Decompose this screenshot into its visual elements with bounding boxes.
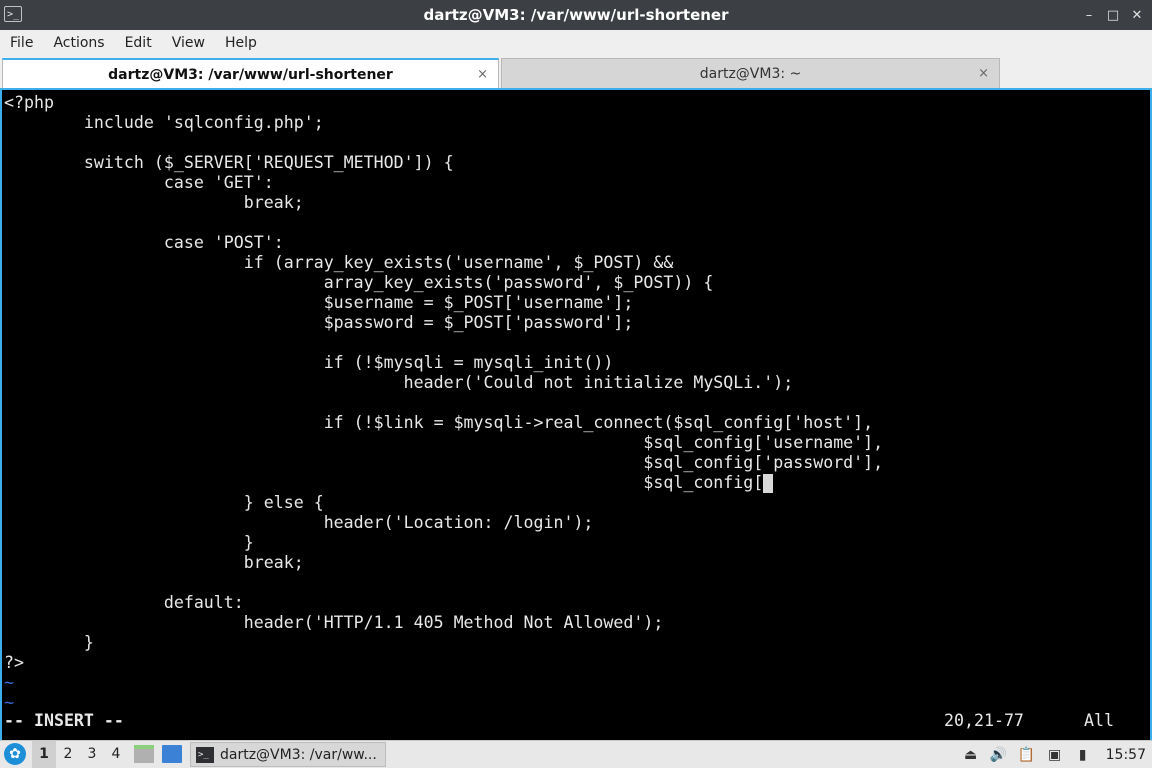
cursor-position: 20,21-77 (944, 711, 1024, 730)
vim-statusline: -- INSERT -- 20,21-77 All (4, 711, 1150, 733)
window-controls: – □ ✕ (1082, 0, 1144, 30)
tab-close-icon[interactable]: × (978, 59, 989, 89)
code-line: default: (4, 593, 244, 612)
tab-bar: dartz@VM3: /var/www/url-shortener × dart… (0, 56, 1152, 90)
battery-icon[interactable]: ▮ (1074, 747, 1092, 763)
code-line: case 'POST': (4, 233, 284, 252)
tab-label: dartz@VM3: ~ (699, 66, 802, 82)
task-label: dartz@VM3: /var/ww... (220, 746, 377, 763)
file-manager-icon[interactable] (134, 745, 154, 763)
workspace-4[interactable]: 4 (104, 741, 128, 768)
scroll-position: All (1084, 711, 1114, 730)
code-line: if (!$mysqli = mysqli_init()) (4, 353, 614, 372)
menu-edit[interactable]: Edit (115, 30, 162, 56)
quick-launch (134, 745, 182, 763)
code-line: header('HTTP/1.1 405 Method Not Allowed'… (4, 613, 664, 632)
system-tray: ⏏ 🔊 📋 ▣ ▮ 15:57 (962, 741, 1146, 768)
code-line: switch ($_SERVER['REQUEST_METHOD']) { (4, 153, 454, 172)
vim-mode: -- INSERT -- (4, 711, 124, 730)
workspace-1[interactable]: 1 (32, 741, 56, 768)
code-line: } else { (4, 493, 324, 512)
window-titlebar[interactable]: >_ dartz@VM3: /var/www/url-shortener – □… (0, 0, 1152, 30)
show-desktop-icon[interactable] (162, 745, 182, 763)
code-line: ?> (4, 653, 24, 672)
menu-file[interactable]: File (0, 30, 43, 56)
code-line: break; (4, 193, 304, 212)
menu-help[interactable]: Help (215, 30, 267, 56)
code-line: break; (4, 553, 304, 572)
workspace-2[interactable]: 2 (56, 741, 80, 768)
minimize-icon[interactable]: – (1082, 8, 1096, 23)
empty-line-marker: ~ (4, 673, 14, 692)
code-line: $username = $_POST['username']; (4, 293, 634, 312)
network-icon[interactable]: ▣ (1046, 747, 1064, 763)
eject-icon[interactable]: ⏏ (962, 747, 980, 763)
window-title: dartz@VM3: /var/www/url-shortener (423, 6, 729, 24)
clipboard-icon[interactable]: 📋 (1018, 747, 1036, 763)
code-line: header('Could not initialize MySQLi.'); (4, 373, 794, 392)
code-line: $sql_config[ (4, 473, 883, 493)
tab-label: dartz@VM3: /var/www/url-shortener (108, 67, 393, 83)
code-line: if (array_key_exists('username', $_POST)… (4, 253, 674, 272)
workspace-3[interactable]: 3 (80, 741, 104, 768)
code-line: case 'GET': (4, 173, 274, 192)
menu-view[interactable]: View (162, 30, 215, 56)
maximize-icon[interactable]: □ (1106, 8, 1120, 23)
code-line: header('Location: /login'); (4, 513, 594, 532)
code-line: } (4, 633, 94, 652)
editor-buffer[interactable]: <?php include 'sqlconfig.php'; switch ($… (4, 93, 883, 713)
code-line: array_key_exists('password', $_POST)) { (4, 273, 714, 292)
tab-close-icon[interactable]: × (477, 60, 488, 90)
code-line: $sql_config['password'], (4, 453, 884, 472)
code-line: if (!$link = $mysqli->real_connect($sql_… (4, 413, 874, 432)
clock: 15:57 (1105, 746, 1146, 763)
volume-icon[interactable]: 🔊 (990, 747, 1008, 763)
code-line: <?php (4, 93, 54, 112)
code-line: } (4, 533, 254, 552)
tab-home[interactable]: dartz@VM3: ~ × (501, 58, 1000, 88)
taskbar-terminal-button[interactable]: >_ dartz@VM3: /var/ww... (190, 742, 386, 767)
code-line: include 'sqlconfig.php'; (4, 113, 324, 132)
menubar: File Actions Edit View Help (0, 30, 1152, 56)
app-menu-icon[interactable]: ✿ (4, 743, 26, 765)
tab-url-shortener[interactable]: dartz@VM3: /var/www/url-shortener × (2, 58, 499, 88)
terminal-icon: >_ (196, 746, 214, 763)
menu-actions[interactable]: Actions (43, 30, 114, 56)
taskbar: ✿ 1 2 3 4 >_ dartz@VM3: /var/ww... ⏏ 🔊 📋… (0, 740, 1152, 768)
code-line: $password = $_POST['password']; (4, 313, 634, 332)
code-line: $sql_config['username'], (4, 433, 884, 452)
workspace-switcher: 1 2 3 4 (32, 741, 128, 768)
close-icon[interactable]: ✕ (1130, 8, 1144, 23)
text-cursor (763, 474, 774, 493)
empty-line-marker: ~ (4, 693, 14, 712)
terminal-area[interactable]: <?php include 'sqlconfig.php'; switch ($… (0, 90, 1152, 740)
